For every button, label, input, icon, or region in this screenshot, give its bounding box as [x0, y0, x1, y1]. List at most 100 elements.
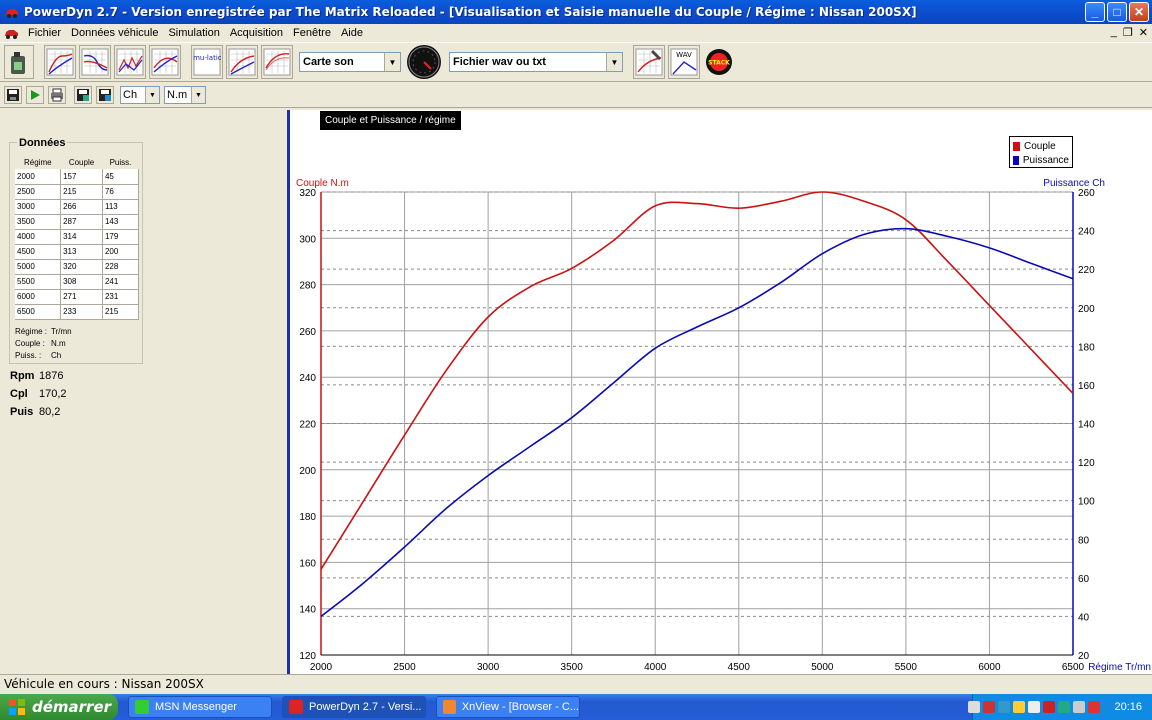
simulation-button[interactable]: simu-lation	[191, 45, 223, 79]
table-row[interactable]: 6000 271 231	[15, 289, 140, 305]
x-axis-label: Régime Tr/mn	[1088, 662, 1151, 673]
cell-puissance[interactable]: 179	[102, 229, 140, 245]
menu-fenetre[interactable]: Fenêtre	[288, 27, 336, 39]
maximize-button[interactable]: □	[1107, 2, 1127, 22]
chevron-down-icon[interactable]: ▼	[384, 53, 400, 71]
import-button[interactable]	[96, 86, 114, 104]
cell-regime[interactable]: 6500	[15, 304, 62, 320]
menu-simulation[interactable]: Simulation	[163, 27, 224, 39]
cell-puissance[interactable]: 200	[102, 244, 140, 260]
tray-app-icon[interactable]	[1058, 701, 1071, 713]
play-button[interactable]	[26, 86, 44, 104]
cell-puissance[interactable]: 241	[102, 274, 140, 290]
chevron-down-icon[interactable]: ▼	[606, 53, 622, 71]
power-torque-chart[interactable]: 2000 2500 3000 3500 4000 4500 5000 5500 6000 6500…	[290, 110, 1152, 674]
cell-regime[interactable]: 5500	[15, 274, 62, 290]
graph-compare-button[interactable]	[226, 45, 258, 79]
torque-unit-select[interactable]: N.m ▼	[164, 86, 206, 104]
power-unit-select[interactable]: Ch ▼	[120, 86, 160, 104]
cell-puissance[interactable]: 143	[102, 214, 140, 230]
cell-couple[interactable]: 314	[60, 229, 103, 245]
cell-couple[interactable]: 215	[60, 184, 103, 200]
mdi-close-button[interactable]: ✕	[1139, 26, 1148, 39]
tray-network-icon[interactable]	[968, 701, 981, 713]
vehicle-data-button[interactable]	[4, 45, 34, 79]
cell-couple[interactable]: 287	[60, 214, 103, 230]
graph-view-2-button[interactable]	[79, 45, 111, 79]
cell-regime[interactable]: 2000	[15, 169, 62, 185]
graph-view-4-button[interactable]	[149, 45, 181, 79]
start-button[interactable]: démarrer	[0, 694, 118, 720]
cell-couple[interactable]: 313	[60, 244, 103, 260]
menu-donnees-vehicule[interactable]: Données véhicule	[66, 27, 163, 39]
tray-app-icon[interactable]	[983, 701, 996, 713]
chevron-down-icon[interactable]: ▼	[145, 87, 159, 103]
data-panel: Données Régime Couple Puiss. 2000 157 45 25…	[0, 110, 287, 674]
mdi-minimize-button[interactable]: _	[1111, 26, 1117, 39]
table-row[interactable]: 3000 266 113	[15, 199, 140, 215]
tray-app-icon[interactable]	[1088, 701, 1101, 713]
cell-puissance[interactable]: 76	[102, 184, 140, 200]
cell-puissance[interactable]: 45	[102, 169, 140, 185]
cell-regime[interactable]: 4000	[15, 229, 62, 245]
sound-source-select[interactable]: Carte son ▼	[299, 52, 401, 72]
cell-regime[interactable]: 3500	[15, 214, 62, 230]
table-row[interactable]: 2000 157 45	[15, 169, 140, 185]
cell-couple[interactable]: 233	[60, 304, 103, 320]
cell-couple[interactable]: 266	[60, 199, 103, 215]
cell-regime[interactable]: 4500	[15, 244, 62, 260]
chart-area[interactable]: 2000 2500 3000 3500 4000 4500 5000 5500 6000 6500…	[287, 110, 1152, 674]
cell-regime[interactable]: 2500	[15, 184, 62, 200]
chevron-down-icon[interactable]: ▼	[191, 87, 205, 103]
task-msn-messenger[interactable]: MSN Messenger	[128, 696, 272, 718]
cell-puissance[interactable]: 215	[102, 304, 140, 320]
print-button[interactable]	[48, 86, 66, 104]
graph-tools-button[interactable]	[633, 45, 665, 79]
cell-regime[interactable]: 5000	[15, 259, 62, 275]
cell-couple[interactable]: 271	[60, 289, 103, 305]
cell-puissance[interactable]: 228	[102, 259, 140, 275]
task-xnview[interactable]: XnView - [Browser - C...	[436, 696, 580, 718]
table-row[interactable]: 5500 308 241	[15, 274, 140, 290]
close-button[interactable]: ✕	[1129, 2, 1149, 22]
tray-app-icon[interactable]	[1013, 701, 1026, 713]
graph-overlay-button[interactable]	[261, 45, 293, 79]
data-table[interactable]: Régime Couple Puiss. 2000 157 45 2500 215 76 3…	[15, 155, 140, 320]
cell-regime[interactable]: 3000	[15, 199, 62, 215]
table-row[interactable]: 4500 313 200	[15, 244, 140, 260]
graph-view-1-button[interactable]	[44, 45, 76, 79]
menu-acquisition[interactable]: Acquisition	[225, 27, 288, 39]
cell-couple[interactable]: 308	[60, 274, 103, 290]
task-powerdyn[interactable]: PowerDyn 2.7 - Versi...	[282, 696, 426, 718]
wav-button[interactable]: WAV	[668, 45, 700, 79]
y-left-tick-label: 240	[299, 373, 316, 384]
menu-fichier[interactable]: Fichier	[23, 27, 66, 39]
document-car-icon[interactable]	[4, 26, 20, 40]
tray-app-icon[interactable]	[1043, 701, 1056, 713]
title-bar[interactable]: PowerDyn 2.7 - Version enregistrée par T…	[0, 0, 1152, 24]
stack-button[interactable]: STACK	[703, 45, 735, 79]
tachometer-icon[interactable]	[407, 45, 441, 79]
file-source-select[interactable]: Fichier wav ou txt ▼	[449, 52, 623, 72]
table-row[interactable]: 2500 215 76	[15, 184, 140, 200]
tray-app-icon[interactable]	[998, 701, 1011, 713]
tray-volume-icon[interactable]	[1073, 701, 1086, 713]
table-row[interactable]: 5000 320 228	[15, 259, 140, 275]
mdi-restore-button[interactable]: ❐	[1123, 26, 1133, 39]
export-button[interactable]	[74, 86, 92, 104]
tray-app-icon[interactable]	[1028, 701, 1041, 713]
table-row[interactable]: 3500 287 143	[15, 214, 140, 230]
graph-curve-icon	[116, 48, 144, 76]
save-button[interactable]	[4, 86, 22, 104]
graph-view-3-button[interactable]	[114, 45, 146, 79]
clock[interactable]: 20:16	[1114, 701, 1142, 713]
table-row[interactable]: 4000 314 179	[15, 229, 140, 245]
table-row[interactable]: 6500 233 215	[15, 304, 140, 320]
cell-couple[interactable]: 157	[60, 169, 103, 185]
minimize-button[interactable]: _	[1085, 2, 1105, 22]
cell-puissance[interactable]: 113	[102, 199, 140, 215]
cell-regime[interactable]: 6000	[15, 289, 62, 305]
cell-puissance[interactable]: 231	[102, 289, 140, 305]
menu-aide[interactable]: Aide	[336, 27, 368, 39]
cell-couple[interactable]: 320	[60, 259, 103, 275]
